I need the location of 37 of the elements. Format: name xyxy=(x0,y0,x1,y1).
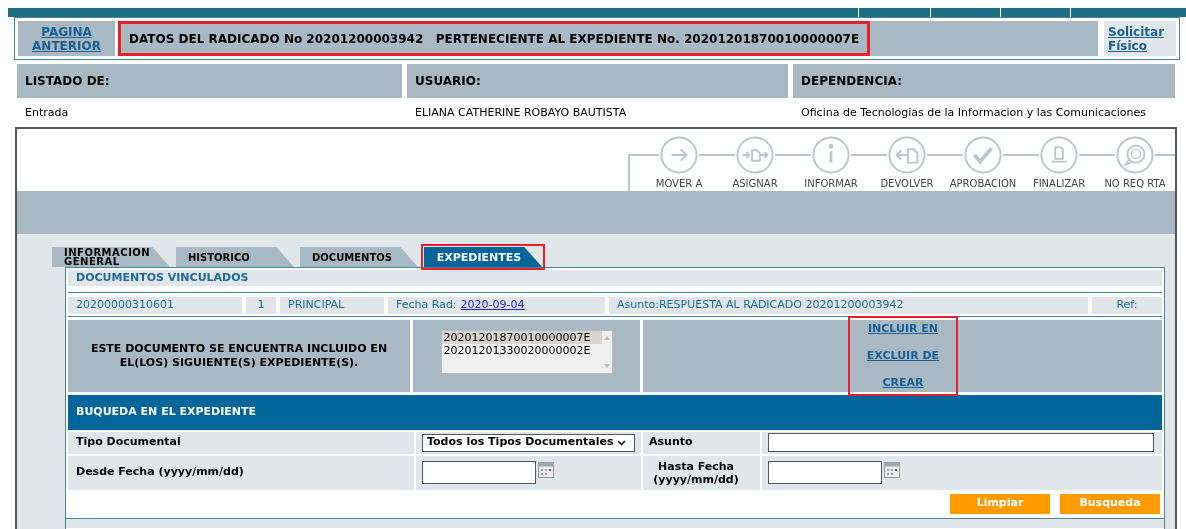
action-button[interactable]: ASIGNAR xyxy=(717,129,793,191)
column-header: USUARIO: xyxy=(407,64,788,98)
table-cell: Asunto:RESPUESTA AL RADICADO 20201200003942 xyxy=(609,297,1088,314)
info-value: ELIANA CATHERINE ROBAYO BAUTISTA xyxy=(414,104,628,121)
action-button[interactable]: NO REQ RTA xyxy=(1097,129,1173,191)
document-type-select[interactable]: Todos los Tipos Documentales xyxy=(422,433,635,452)
field-label: Tipo Documental xyxy=(76,434,181,451)
title: DATOS DEL RADICADO No 20201200003942 PERTENECIENTE AL EXPEDIENTE No. 20201201870010000007E xyxy=(118,21,871,56)
column-header: LISTADO DE: xyxy=(17,64,402,98)
tab[interactable]: HISTORICO xyxy=(176,247,294,267)
inclusion-message: ESTE DOCUMENTO SE ENCUENTRA INCLUIDO EN EL(LOS) SIGUIENTE(S) EXPEDIENTE(S). xyxy=(89,341,389,370)
action-button[interactable]: DEVOLVER xyxy=(869,129,945,191)
action-button[interactable]: APROBACION xyxy=(945,129,1021,191)
date-label: Fecha Rad: xyxy=(396,297,457,313)
list-option[interactable]: 20201201870010000007E xyxy=(441,330,602,344)
table-cell: Ref: xyxy=(1092,297,1162,314)
list-option[interactable]: 20201201330020000002E xyxy=(441,343,602,357)
tab[interactable]: EXPEDIENTES xyxy=(424,247,542,267)
column-header: DEPENDENCIA: xyxy=(793,64,1175,98)
request-link[interactable]: Solicitar Físico xyxy=(1104,21,1176,56)
tab[interactable]: INFORMACION GENERAL xyxy=(52,247,170,267)
action-button[interactable]: INFORMAR xyxy=(793,129,869,191)
info-value: Entrada xyxy=(24,104,70,121)
section-title: BUQUEDA EN EL EXPEDIENTE xyxy=(76,403,257,420)
tab[interactable]: DOCUMENTOS xyxy=(300,247,418,267)
section-title: DOCUMENTOS VINCULADOS xyxy=(76,269,249,286)
action-button[interactable]: MOVER A xyxy=(641,129,717,191)
info-value: Oficina de Tecnologias de la Informacion y las Comunicaciones xyxy=(800,104,1147,121)
date-link[interactable]: 2020-09-04 xyxy=(460,297,525,314)
field-label: Desde Fecha (yyyy/mm/dd) xyxy=(76,464,244,481)
table-cell: PRINCIPAL xyxy=(280,297,384,314)
table-cell: 20200000310601 xyxy=(68,297,242,314)
table-cell: 1 xyxy=(246,297,276,314)
field-label: Hasta Fecha (yyyy/mm/dd) xyxy=(652,459,740,486)
expediente-list[interactable]: 20201201870010000007E 20201201330020000002E xyxy=(440,329,613,374)
action-button[interactable]: FINALIZAR xyxy=(1021,129,1097,191)
field-label: Asunto xyxy=(649,434,693,451)
